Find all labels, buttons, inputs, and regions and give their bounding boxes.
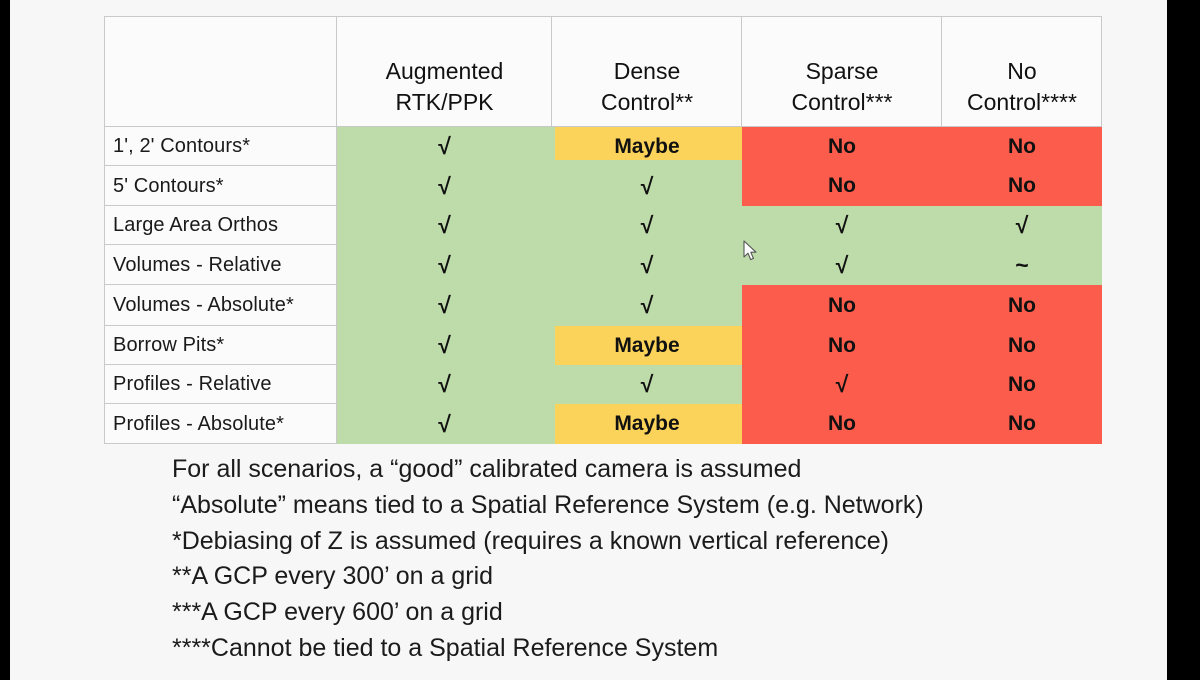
column-header-dense-line1: Dense <box>613 57 681 84</box>
cell-contours12-dense: Maybe <box>614 134 680 158</box>
cell-contours12-augmented: √ <box>438 133 451 159</box>
row-label-contours-5: 5' Contours* <box>113 174 224 197</box>
cell-orthos-augmented: √ <box>438 212 451 238</box>
letterbox-left-bar <box>0 0 10 680</box>
footnote-line-5: ***A GCP every 600’ on a grid <box>172 598 503 626</box>
footnote-line-1: For all scenarios, a “good” calibrated c… <box>172 455 802 483</box>
row-label-volumes-relative: Volumes - Relative <box>113 253 282 276</box>
footnote-line-3: *Debiasing of Z is assumed (requires a k… <box>172 526 889 555</box>
column-header-augmented: Augmented RTK/PPK <box>337 16 552 127</box>
row-label-profiles-absolute: Profiles - Absolute* <box>113 412 284 435</box>
cell-contours5-nocontrol: No <box>1008 174 1036 197</box>
column-header-sparse-line1: Sparse <box>805 57 879 84</box>
cell-orthos-dense: √ <box>640 212 654 238</box>
cell-profiles-relative-augmented: √ <box>438 371 451 397</box>
column-header-dense-line2: Control** <box>600 89 694 116</box>
row-label-large-area-orthos: Large Area Orthos <box>113 214 279 236</box>
cell-contours12-nocontrol: No <box>1008 134 1036 158</box>
cell-volumes-relative-augmented: √ <box>438 251 451 278</box>
cell-contours5-dense: √ <box>640 172 654 199</box>
cell-contours12-sparse: No <box>828 134 856 158</box>
column-header-augmented-line2: RTK/PPK <box>395 89 494 116</box>
cell-profiles-absolute-augmented: √ <box>438 410 451 437</box>
cell-borrow-pits-nocontrol: No <box>1008 333 1036 357</box>
column-header-sparse: Sparse Control*** <box>742 16 942 127</box>
cell-profiles-relative-sparse: √ <box>835 371 849 397</box>
cell-profiles-absolute-dense: Maybe <box>614 412 680 435</box>
cell-orthos-nocontrol: √ <box>1015 212 1029 238</box>
cell-profiles-relative-dense: √ <box>640 371 654 397</box>
cell-contours5-sparse: No <box>828 174 856 197</box>
cell-volumes-absolute-dense: √ <box>640 292 654 318</box>
cell-volumes-relative-nocontrol: ~ <box>1015 251 1029 278</box>
footnote-line-2: “Absolute” means tied to a Spatial Refer… <box>172 490 924 519</box>
cell-borrow-pits-augmented: √ <box>438 332 451 358</box>
row-label-borrow-pits: Borrow Pits* <box>113 334 225 356</box>
letterbox-right-bar <box>1167 0 1200 680</box>
column-header-augmented-line1: Augmented <box>385 57 504 84</box>
capability-matrix-table: Augmented RTK/PPK Dense Control** Sparse… <box>104 8 1102 444</box>
row-label-volumes-absolute: Volumes - Absolute* <box>113 294 294 316</box>
column-header-nocontrol-line1: No <box>1007 57 1037 84</box>
cell-volumes-relative-sparse: √ <box>835 251 849 278</box>
footnote-line-4: **A GCP every 300’ on a grid <box>172 562 494 591</box>
cell-profiles-relative-nocontrol: No <box>1008 372 1036 396</box>
cell-borrow-pits-dense: Maybe <box>614 333 680 357</box>
cell-orthos-sparse: √ <box>835 212 849 238</box>
row-label-profiles-relative: Profiles - Relative <box>113 373 272 395</box>
column-header-nocontrol: No Control**** <box>942 16 1102 127</box>
column-header-dense: Dense Control** <box>552 16 742 127</box>
column-header-sparse-line2: Control*** <box>791 89 893 116</box>
footnote-line-6: ****Cannot be tied to a Spatial Referenc… <box>172 633 719 662</box>
cell-volumes-absolute-augmented: √ <box>438 292 451 318</box>
cell-volumes-absolute-sparse: No <box>828 293 856 317</box>
column-header-nocontrol-line2: Control**** <box>967 89 1077 116</box>
row-label-contours-1-2: 1', 2' Contours* <box>113 135 251 157</box>
cell-borrow-pits-sparse: No <box>828 333 856 357</box>
footnotes-block: For all scenarios, a “good” calibrated c… <box>172 452 1072 667</box>
cell-profiles-absolute-sparse: No <box>828 412 856 435</box>
cell-profiles-absolute-nocontrol: No <box>1008 412 1036 435</box>
cell-volumes-relative-dense: √ <box>640 251 654 278</box>
table-text-layer: Augmented RTK/PPK Dense Control** Sparse… <box>104 8 1087 444</box>
cell-contours5-augmented: √ <box>438 172 451 199</box>
cell-volumes-absolute-nocontrol: No <box>1008 293 1036 317</box>
slide-frame: Augmented RTK/PPK Dense Control** Sparse… <box>10 0 1167 680</box>
